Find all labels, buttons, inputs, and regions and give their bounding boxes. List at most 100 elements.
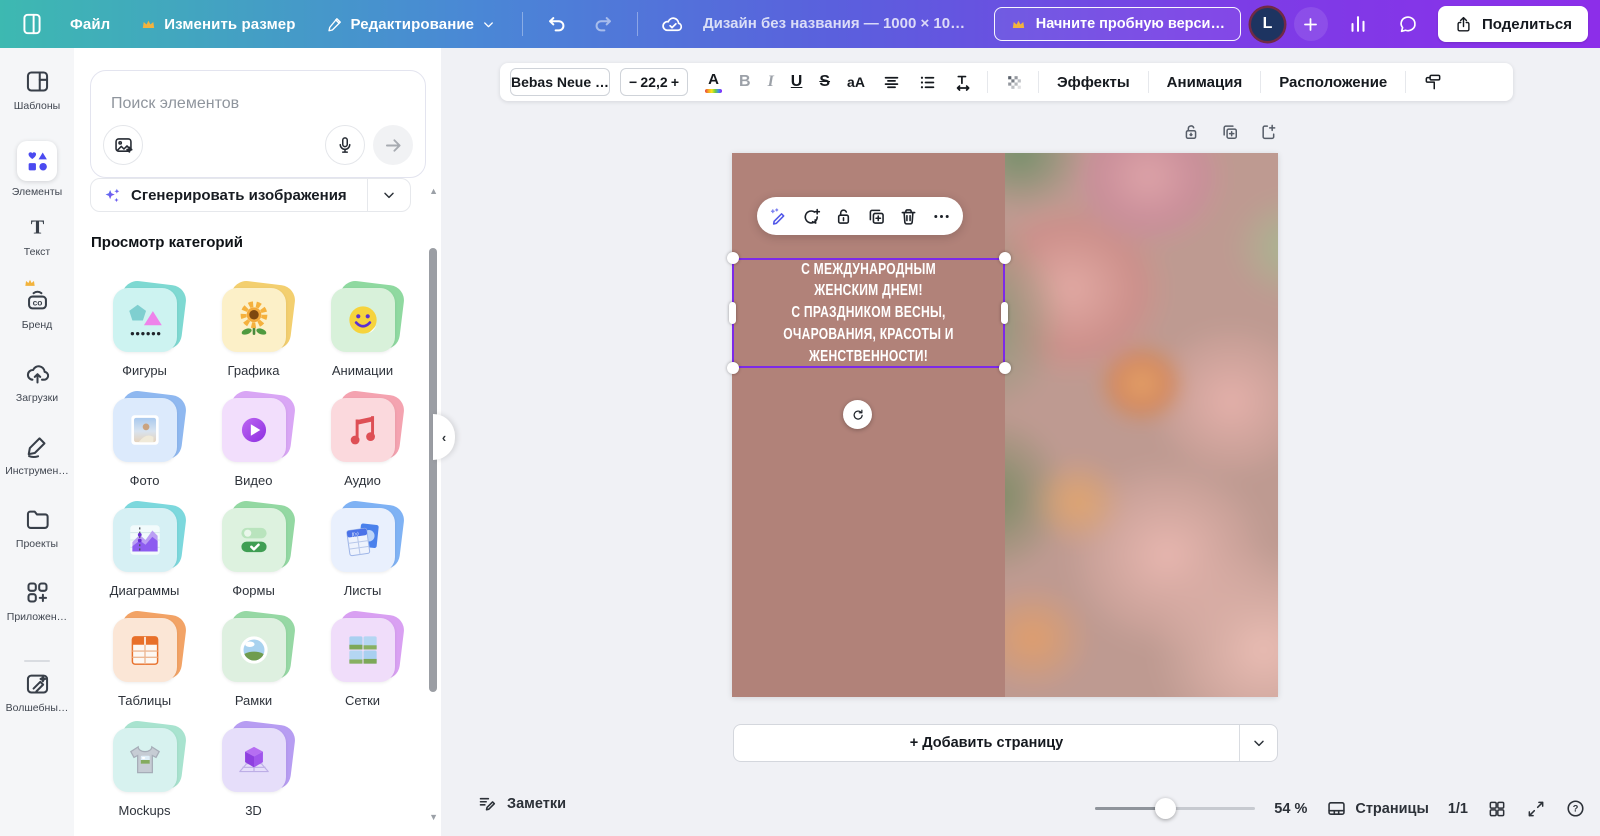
bold-button[interactable]: B (739, 73, 751, 91)
underline-button[interactable]: U (791, 73, 803, 91)
list-button[interactable] (918, 73, 937, 92)
trial-button[interactable]: Начните пробную верси… (993, 7, 1241, 41)
text-case-button[interactable]: aA (847, 74, 865, 90)
category-sheets[interactable]: f(x) Листы (308, 499, 417, 618)
fullscreen-button[interactable] (1526, 799, 1546, 819)
scroll-down-arrow[interactable]: ▼ (429, 812, 438, 822)
voice-search-button[interactable] (325, 125, 365, 165)
more-options-button[interactable] (931, 206, 952, 227)
magic-write-button[interactable] (768, 206, 789, 227)
undo-icon (549, 17, 565, 32)
scrollbar-thumb[interactable] (429, 248, 437, 692)
delete-button[interactable] (898, 206, 919, 227)
spacing-button[interactable] (954, 73, 973, 92)
selection-handle-nw[interactable] (727, 252, 739, 264)
align-button[interactable] (882, 73, 901, 92)
text-color-button[interactable]: A (705, 72, 722, 93)
duplicate-button[interactable] (866, 206, 887, 227)
home-button[interactable] (12, 4, 52, 44)
search-submit-button[interactable] (373, 125, 413, 165)
sidebar-item-text[interactable]: T Текст (0, 214, 74, 287)
zoom-slider-thumb[interactable] (1155, 798, 1177, 819)
image-search-button[interactable] (103, 125, 143, 165)
duplicate-page-icon[interactable] (1220, 122, 1240, 142)
notes-button[interactable]: Заметки (477, 793, 566, 814)
italic-button[interactable]: I (768, 73, 774, 91)
effects-button[interactable]: Эффекты (1053, 74, 1134, 91)
transparency-button[interactable] (1005, 73, 1024, 92)
save-status-button[interactable] (652, 4, 692, 44)
category-animations[interactable]: Анимации (308, 279, 417, 398)
category-frames[interactable]: Рамки (199, 609, 308, 728)
category-shapes[interactable]: Фигуры (90, 279, 199, 398)
unlock-icon[interactable] (1181, 122, 1201, 142)
rotate-handle[interactable] (843, 400, 872, 429)
tshirt-icon (129, 745, 160, 774)
editing-mode-menu[interactable]: Редактирование (314, 4, 509, 44)
selection-handle-ne[interactable] (999, 252, 1011, 264)
animation-button[interactable]: Анимация (1163, 74, 1247, 91)
sidebar-item-elements[interactable]: Элементы (0, 141, 74, 214)
more-dots-icon (933, 214, 949, 218)
sidebar-item-apps[interactable]: Приложен… (0, 579, 74, 652)
grid-view-button[interactable] (1487, 799, 1507, 819)
sidebar-item-templates[interactable]: Шаблоны (0, 68, 74, 141)
design-title[interactable]: Дизайн без названия — 1000 × 10… (703, 0, 965, 48)
page-indicator: 1/1 (1447, 800, 1468, 817)
zoom-slider[interactable] (1095, 798, 1256, 819)
selection-handle-w[interactable] (729, 302, 736, 324)
selection-handle-sw[interactable] (727, 362, 739, 374)
help-button[interactable]: ? (1565, 798, 1586, 819)
font-selector[interactable]: Bebas Neue … (510, 68, 610, 96)
generate-options-button[interactable] (368, 179, 410, 211)
font-size-decrease[interactable]: − (629, 74, 637, 90)
category-graphics[interactable]: Графика (199, 279, 308, 398)
sidebar-item-tools[interactable]: Инструмен… (0, 433, 74, 506)
roses-photo[interactable] (1005, 153, 1278, 697)
lock-button[interactable] (833, 206, 854, 227)
share-button[interactable]: Поделиться (1437, 6, 1588, 42)
category-audio[interactable]: Аудио (308, 389, 417, 508)
search-input[interactable] (111, 89, 391, 119)
font-size-increase[interactable]: + (671, 74, 679, 90)
svg-text:?: ? (1573, 804, 1579, 814)
selection-handle-se[interactable] (999, 362, 1011, 374)
category-3d[interactable]: 3D (199, 719, 308, 836)
zoom-value[interactable]: 54 % (1274, 801, 1307, 817)
add-page-button[interactable]: + Добавить страницу (734, 725, 1239, 761)
add-page-options-button[interactable] (1240, 725, 1277, 761)
copy-style-button[interactable] (1423, 72, 1443, 92)
resize-button[interactable]: Изменить размер (128, 4, 307, 44)
add-comment-button[interactable] (801, 206, 822, 227)
sidebar-item-brand[interactable]: co Бренд (0, 279, 74, 360)
file-menu[interactable]: Файл (58, 4, 122, 44)
avatar[interactable]: L (1250, 7, 1284, 41)
font-size-value[interactable]: 22,2 (640, 74, 667, 90)
strikethrough-button[interactable]: S (819, 73, 830, 91)
scroll-up-arrow[interactable]: ▲ (429, 186, 438, 196)
pages-button[interactable]: Страницы (1326, 798, 1429, 819)
category-photos[interactable]: Фото (90, 389, 199, 508)
comments-button[interactable] (1388, 4, 1428, 44)
sidebar-divider (24, 660, 50, 662)
category-forms[interactable]: Формы (199, 499, 308, 618)
add-member-button[interactable] (1293, 7, 1328, 41)
insights-button[interactable] (1338, 4, 1378, 44)
position-button[interactable]: Расположение (1275, 74, 1391, 91)
category-videos[interactable]: Видео (199, 389, 308, 508)
generate-images-button[interactable]: Сгенерировать изображения (90, 178, 411, 212)
panel-scrollbar[interactable] (429, 200, 437, 820)
sidebar-item-uploads[interactable]: Загрузки (0, 360, 74, 433)
redo-button[interactable] (583, 4, 623, 44)
undo-button[interactable] (537, 4, 577, 44)
category-tables[interactable]: Таблицы (90, 609, 199, 728)
selection-handle-e[interactable] (1001, 302, 1008, 324)
category-mockups[interactable]: Mockups (90, 719, 199, 836)
category-grids[interactable]: Сетки (308, 609, 417, 728)
category-charts[interactable]: Диаграммы (90, 499, 199, 618)
selected-text-element[interactable]: С МЕЖДУНАРОДНЫМ ЖЕНСКИМ ДНЕМ! С ПРАЗДНИК… (732, 258, 1005, 368)
sidebar-item-projects[interactable]: Проекты (0, 506, 74, 579)
sidebar-item-magic[interactable]: Волшебны… (0, 670, 74, 743)
import-page-icon[interactable] (1259, 122, 1279, 142)
transparency-icon (1008, 75, 1021, 89)
